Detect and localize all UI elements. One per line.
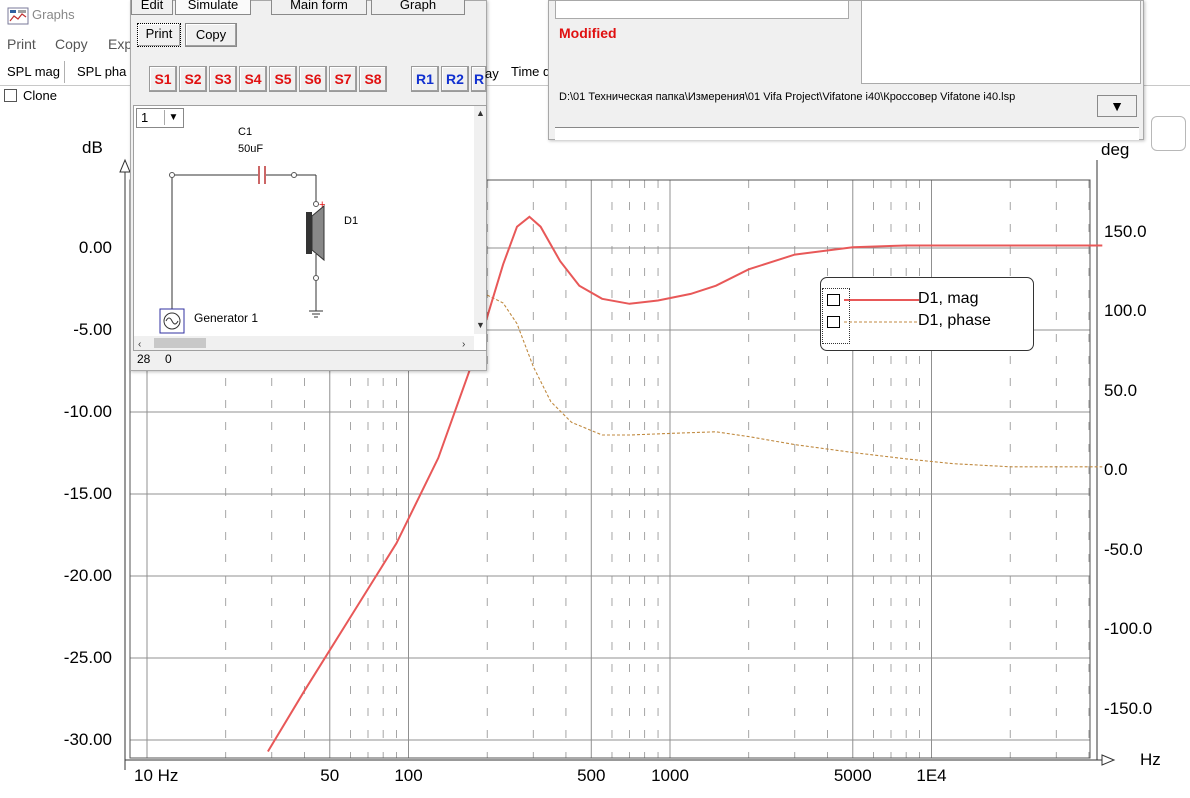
svg-text:‹: ‹	[138, 339, 141, 350]
left-tick-label: -5.00	[73, 320, 112, 339]
x-tick-label: 1000	[651, 766, 689, 785]
signal-button-s7[interactable]: S7	[329, 66, 357, 92]
right-tick-label: 50.0	[1104, 380, 1138, 400]
signal-button-s4[interactable]: S4	[239, 66, 267, 92]
tab-main-form[interactable]: Main form	[271, 0, 367, 15]
legend-mag-label: D1, mag	[918, 290, 979, 307]
info-box-right	[861, 1, 1141, 84]
left-tick-label: -10.00	[63, 402, 112, 421]
left-tick-label: -25.00	[63, 648, 112, 667]
right-tick-label: 0.0	[1104, 460, 1128, 479]
schematic-drawing: + ▲ ▼ ‹ ›	[134, 106, 486, 350]
info-lower-panel	[555, 127, 1139, 140]
left-axis-unit: dB	[82, 138, 103, 157]
legend-phase-swatch	[844, 321, 919, 323]
capacitor-value: 50uF	[238, 143, 264, 155]
tab-simulate[interactable]: Simulate	[175, 0, 251, 15]
crossover-window: Edit Simulate Main form Graph Print Copy…	[130, 0, 487, 371]
left-tick-label: 0.00	[78, 238, 112, 257]
left-tick-label: -30.00	[63, 730, 112, 749]
svg-text:▼: ▼	[476, 320, 485, 330]
x-tick-label: 5000	[833, 766, 872, 785]
generator-label: Generator 1	[194, 311, 259, 325]
y-axis-arrow-icon	[119, 158, 131, 173]
svg-text:›: ›	[462, 339, 465, 350]
tab-graph[interactable]: Graph	[371, 0, 465, 15]
legend-focus-frame	[822, 288, 850, 344]
tab-edit[interactable]: Edit	[131, 0, 173, 15]
right-tick-label: -100.0	[1104, 619, 1153, 638]
right-tick-label: 100.0	[1104, 301, 1147, 320]
legend-mag-swatch	[844, 299, 919, 301]
right-axis-unit: deg	[1101, 140, 1130, 159]
response-button-r2[interactable]: R2	[441, 66, 469, 92]
x-tick-label: 500	[577, 766, 606, 785]
x-axis-unit: Hz	[1140, 750, 1161, 769]
right-tick-label: -150.0	[1104, 698, 1153, 718]
legend-phase-label: D1, phase	[918, 312, 991, 329]
status-left: 28	[137, 352, 151, 366]
signal-button-s5[interactable]: S5	[269, 66, 297, 92]
info-box-left	[555, 1, 849, 19]
legend[interactable]: D1, mag D1, phase	[820, 277, 1034, 351]
response-button-r1[interactable]: R1	[411, 66, 439, 92]
svg-text:▲: ▲	[476, 108, 485, 118]
driver-label: D1	[344, 215, 359, 227]
svg-text:+: +	[319, 199, 325, 211]
x-tick-label: 1E4	[916, 766, 947, 785]
left-tick-label: -20.00	[63, 566, 112, 585]
signal-button-s1[interactable]: S1	[149, 66, 177, 92]
x-tick-label: 10 Hz	[134, 766, 179, 785]
crossover-status-bar: 28 0	[133, 350, 485, 368]
x-tick-label: 50	[320, 766, 340, 785]
schematic-canvas[interactable]: 1 ▼ + ▲ ▼ ‹ › C1 50uF D1 Generator 1	[133, 105, 487, 351]
modified-status: Modified	[559, 25, 617, 41]
signal-button-s3[interactable]: S3	[209, 66, 237, 92]
right-tick-label: -50.0	[1104, 539, 1143, 559]
info-window: Modified D:\01 Техническая папка\Измерен…	[548, 0, 1144, 140]
project-path: D:\01 Техническая папка\Измерения\01 Vif…	[559, 91, 1016, 103]
signal-button-s8[interactable]: S8	[359, 66, 387, 92]
signal-button-s2[interactable]: S2	[179, 66, 207, 92]
capacitor-name: C1	[238, 126, 253, 138]
x-axis-arrow-icon	[1101, 754, 1116, 766]
right-tick-label: 150.0	[1104, 221, 1147, 241]
path-dropdown-button[interactable]: ▼	[1097, 95, 1137, 117]
tab-overflow-text: ay	[485, 66, 499, 81]
print-button[interactable]: Print	[137, 23, 181, 47]
dropdown-arrow-icon: ▼	[1110, 98, 1124, 114]
signal-button-s6[interactable]: S6	[299, 66, 327, 92]
corner-button[interactable]	[1151, 116, 1186, 151]
x-tick-label: 100	[394, 766, 423, 785]
status-right: 0	[165, 352, 172, 366]
copy-button[interactable]: Copy	[185, 23, 237, 47]
print-button-label: Print	[145, 26, 173, 41]
copy-button-label: Copy	[195, 27, 227, 42]
left-tick-label: -15.00	[63, 484, 112, 503]
